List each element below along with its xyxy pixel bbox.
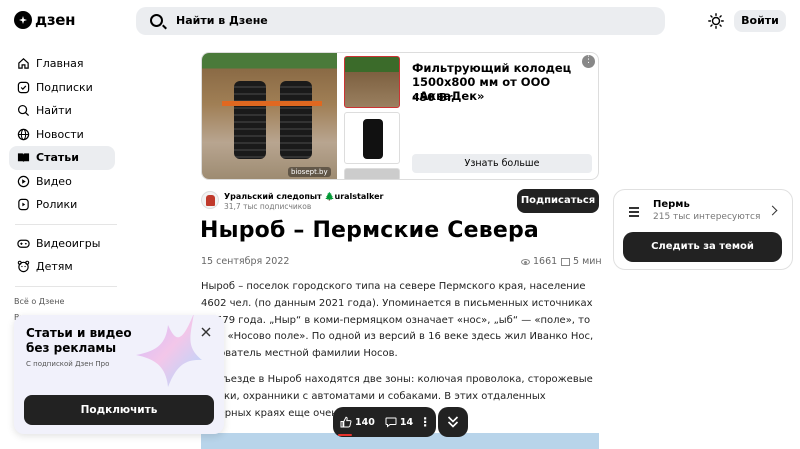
thumbs-up-icon [340, 416, 352, 428]
logo[interactable]: дзен [14, 11, 75, 29]
sidebar-item-video[interactable]: Видео [9, 170, 115, 194]
ad-tank-left [234, 81, 266, 159]
sidebar-item-news[interactable]: Новости [9, 123, 115, 147]
ad-tank-small [363, 119, 383, 159]
sidebar-item-videogames[interactable]: Видеоигры [9, 232, 115, 256]
sidebar-item-label: Детям [36, 260, 73, 274]
comments-count: 14 [399, 416, 414, 428]
likes-count: 140 [355, 416, 375, 428]
more-icon[interactable]: ⋮ [419, 416, 431, 428]
sidebar-divider [15, 223, 117, 225]
sidebar-item-label: Видеоигры [36, 236, 101, 250]
sidebar-item-label: Подписки [36, 80, 93, 94]
article-date: 15 сентября 2022 [201, 256, 290, 267]
ad-watermark: biosept.by [288, 167, 331, 177]
ad-main-image[interactable]: biosept.by [202, 53, 337, 179]
home-icon [18, 58, 29, 69]
news-icon [17, 128, 30, 140]
scroll-down-button[interactable] [438, 407, 468, 437]
gamepad-icon [17, 239, 30, 248]
header: дзен Найти в Дзене Войти [0, 0, 800, 42]
hamburger-icon [629, 207, 639, 219]
articles-icon [17, 153, 30, 163]
topic-name[interactable]: Пермь [653, 199, 690, 210]
theme-toggle-icon[interactable] [708, 13, 724, 29]
topic-count: 215 тыс интересуются [653, 212, 761, 222]
eye-icon [521, 258, 530, 265]
shorts-icon [18, 199, 29, 211]
kids-icon [17, 261, 30, 273]
article-paragraph: Ныроб – поселок городского типа на север… [201, 281, 594, 360]
reading-progress [338, 434, 352, 436]
ad-banner[interactable]: biosept.by Фильтрующий колодец 1500х800 … [201, 52, 599, 180]
sidebar-divider [15, 285, 117, 287]
sidebar-item-label: Видео [36, 174, 72, 188]
sidebar-item-home[interactable]: Главная [9, 52, 115, 76]
subscribe-button[interactable]: Подписаться [517, 189, 599, 213]
promo-popup: Статьи и видео без рекламы С подпиской Д… [14, 315, 224, 434]
logo-text: дзен [35, 11, 76, 29]
search-placeholder: Найти в Дзене [176, 14, 268, 27]
views-count: 1661 [521, 256, 557, 267]
channel-subscribers: 31,7 тыс подписчиков [224, 202, 312, 211]
views-value: 1661 [533, 256, 558, 267]
sidebar-item-subscriptions[interactable]: Подписки [9, 76, 115, 100]
comments-button[interactable]: 14 [385, 416, 413, 428]
article-title: Ныроб – Пермские Севера [200, 218, 539, 243]
book-icon [561, 257, 570, 266]
sidebar-item-label: Найти [36, 104, 72, 118]
connect-button[interactable]: Подключить [24, 395, 214, 425]
sidebar-item-label: Статьи [36, 151, 79, 165]
dzen-logo-icon [14, 11, 32, 29]
ad-thumbnail[interactable] [344, 56, 400, 108]
comment-icon [385, 417, 397, 428]
like-button[interactable]: 140 [340, 416, 375, 428]
sidebar-item-search[interactable]: Найти [9, 99, 115, 123]
ad-menu-icon[interactable]: ⋮ [582, 55, 595, 68]
search-icon [150, 14, 163, 27]
sidebar: Главная Подписки Найти Новости Статьи Ви… [9, 52, 117, 326]
ad-pipe [222, 101, 322, 106]
promo-subtitle: С подпиской Дзен Про [26, 360, 110, 368]
ad-more-button[interactable]: Узнать больше [412, 154, 592, 173]
ad-thumbnail-scroll[interactable] [344, 168, 400, 179]
topic-card: Пермь 215 тыс интересуются Следить за те… [613, 189, 793, 270]
channel-avatar[interactable] [201, 191, 219, 209]
search-icon [17, 105, 30, 117]
sidebar-item-kids[interactable]: Детям [9, 255, 115, 279]
ad-thumbnail[interactable] [344, 112, 400, 164]
sidebar-item-label: Новости [36, 127, 84, 141]
promo-title: Статьи и видео без рекламы [26, 326, 132, 355]
close-icon[interactable] [200, 326, 212, 338]
ad-tank-right [280, 81, 312, 159]
subscriptions-icon [17, 81, 30, 93]
chevron-right-icon[interactable] [767, 205, 778, 216]
video-icon [17, 175, 30, 187]
about-dzen-link[interactable]: Всё о Дзене [9, 294, 115, 310]
sidebar-item-articles[interactable]: Статьи [9, 146, 115, 170]
channel-name[interactable]: Уральский следопыт 🌲uralstalker [224, 192, 384, 201]
read-time-value: 5 мин [573, 256, 602, 267]
reactions-bar: 140 14 ⋮ [333, 407, 436, 437]
read-time: 5 мин [561, 256, 602, 267]
follow-topic-button[interactable]: Следить за темой [623, 232, 782, 262]
double-chevron-down-icon [447, 416, 459, 428]
sidebar-item-shorts[interactable]: Ролики [9, 193, 115, 217]
ad-price: 450 Br [412, 91, 453, 104]
search-input[interactable]: Найти в Дзене [136, 7, 665, 35]
sidebar-item-label: Ролики [36, 198, 78, 212]
sidebar-item-label: Главная [36, 57, 84, 71]
login-button[interactable]: Войти [734, 10, 786, 32]
